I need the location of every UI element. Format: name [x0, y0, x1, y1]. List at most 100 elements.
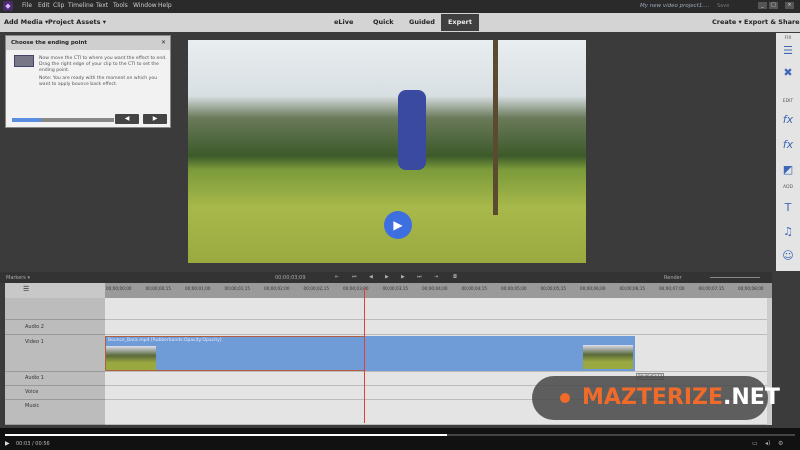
tab-guided[interactable]: Guided [409, 18, 435, 26]
minimize-button[interactable]: _ [758, 2, 767, 9]
tree-trunk [493, 40, 498, 215]
right-sidebar: FIX ☰ ✖ EDIT fx fx ◩ ADD T ♫ ☺ [776, 33, 800, 271]
graphics-icon[interactable]: ☺ [780, 249, 796, 263]
toolbar: Add Media ▾ Project Assets ▾ eLive Quick… [0, 13, 800, 32]
watermark-brand: MAZTERIZE [582, 385, 724, 410]
track-header-video1: Video 1 [5, 335, 105, 372]
clip-title: Bounce_Back.mp4 [Rubberbands:Opacity:Opa… [108, 338, 222, 343]
close-icon[interactable]: ✕ [161, 39, 166, 46]
menu-clip[interactable]: Clip [53, 2, 64, 9]
save-button[interactable]: Save [717, 3, 729, 9]
watermark-dot [560, 393, 570, 403]
add-label: ADD [782, 185, 793, 190]
zoom-slider[interactable] [710, 277, 760, 278]
timeline-tools: ☰ [5, 283, 105, 298]
menu-help[interactable]: Help [158, 2, 172, 9]
titles-icon[interactable]: T [780, 201, 796, 215]
render-button[interactable]: Render [664, 275, 682, 281]
track-header-music: Music [5, 400, 105, 425]
track-header-audio1: Audio 1 [5, 372, 105, 386]
menu-edit[interactable]: Edit [38, 2, 50, 9]
app-logo-icon: ◆ [3, 1, 13, 11]
title-bar: ◆ File Edit Clip Timeline Text Tools Win… [0, 0, 800, 13]
watermark: MAZTERIZE.NET [532, 376, 780, 420]
project-assets-button[interactable]: Project Assets ▾ [48, 18, 106, 26]
prev-edit-button[interactable]: ⏮ [352, 274, 357, 280]
ruler-tick-label: 00;00;00;15 [145, 286, 172, 291]
ruler-tick-label: 00;00;00;00 [106, 286, 132, 291]
tab-expert[interactable]: Expert [441, 14, 479, 31]
next-step-button[interactable]: ▶ [143, 114, 167, 124]
ruler-tick-label: 00;00;05;00 [501, 286, 527, 291]
track-label: Video 1 [25, 339, 44, 345]
watermark-suffix: .NET [723, 385, 780, 410]
snapshot-icon[interactable]: ◘ [453, 274, 457, 280]
previous-step-button[interactable]: ◀ [115, 114, 139, 124]
effects-icon[interactable]: fx [780, 138, 796, 152]
player-progress[interactable] [5, 434, 795, 436]
current-time-indicator[interactable] [364, 288, 365, 423]
tab-elive[interactable]: eLive [334, 18, 353, 26]
effects-edit-icon[interactable]: fx [780, 113, 796, 127]
goto-start-button[interactable]: ⇤ [335, 274, 339, 280]
track-video2[interactable] [105, 298, 767, 320]
timeline-header: Markers ▾ 00;00;03;09 ⇤ ⏮ ◀ ▶ ▶ ⏭ ⇥ ◘ Re… [0, 272, 772, 283]
panel-title: Choose the ending point [6, 36, 170, 50]
ruler-tick-label: 00;00;06;15 [619, 286, 646, 291]
music-icon[interactable]: ♫ [780, 225, 796, 239]
next-edit-button[interactable]: ⏭ [417, 274, 422, 280]
track-label: Audio 1 [25, 375, 44, 381]
ruler-tick-label: 00;00;02;15 [303, 286, 330, 291]
settings-icon[interactable]: ⚙ [778, 440, 783, 447]
current-timecode: 00;00;03;09 [275, 275, 306, 281]
markers-dropdown[interactable]: Markers ▾ [6, 275, 30, 281]
track-options-icon[interactable]: ☰ [23, 285, 29, 293]
close-button[interactable]: × [785, 2, 794, 9]
track-label: Voice [25, 389, 39, 395]
track-header-audio2: Audio 2 [5, 320, 105, 335]
ruler-tick-label: 00;00;06;00 [580, 286, 606, 291]
dancer-figure [398, 90, 426, 170]
play-pause-button[interactable]: ▶ [385, 274, 389, 280]
player-time: 00:03 / 00:56 [16, 441, 50, 447]
ruler-tick-label: 00;00;01;00 [185, 286, 211, 291]
menu-timeline[interactable]: Timeline [68, 2, 94, 9]
ruler-tick-label: 00;00;05;15 [540, 286, 567, 291]
step-progress-fill [12, 118, 41, 122]
ruler-tick-label: 00;00;07;00 [659, 286, 685, 291]
captions-icon[interactable]: ▭ [752, 440, 758, 447]
volume-icon[interactable]: ◂) [765, 440, 770, 447]
cti-illustration-icon [14, 55, 34, 67]
transitions-icon[interactable]: ◩ [780, 163, 796, 177]
video-clip[interactable]: Bounce_Back.mp4 [Rubberbands:Opacity:Opa… [105, 336, 365, 371]
menu-file[interactable]: File [22, 2, 32, 9]
panel-instruction: Now move the CTI to where you want the e… [39, 56, 167, 73]
adjust-icon[interactable]: ☰ [780, 44, 796, 58]
fix-label: FIX [784, 36, 792, 41]
player-bar: ▶ 00:03 / 00:56 ▭ ◂) ⚙ [0, 428, 800, 450]
step-back-button[interactable]: ◀ [369, 274, 373, 280]
create-button[interactable]: Create ▾ [712, 18, 742, 26]
tab-quick[interactable]: Quick [373, 18, 394, 26]
ruler-tick-label: 00;00;08;00 [738, 286, 764, 291]
play-button[interactable]: ▶ [384, 211, 412, 239]
menu-window[interactable]: Window [133, 2, 157, 9]
step-forward-button[interactable]: ▶ [401, 274, 405, 280]
export-share-button[interactable]: Export & Share [744, 18, 800, 26]
menu-tools[interactable]: Tools [113, 2, 128, 9]
track-label: Audio 2 [25, 324, 44, 330]
maximize-button[interactable]: □ [769, 2, 778, 9]
ruler-tick-label: 00;00;07;15 [698, 286, 725, 291]
track-audio2[interactable] [105, 320, 767, 335]
add-media-button[interactable]: Add Media ▾ [4, 18, 48, 26]
player-play-icon[interactable]: ▶ [5, 440, 10, 447]
panel-note: Note: You are ready with the moment on w… [39, 76, 158, 87]
clip-thumbnail [106, 346, 156, 370]
video-clip-extension[interactable] [365, 336, 635, 371]
time-ruler[interactable]: 00;00;00;00 00;00;00;15 00;00;01;00 00;00;0… [105, 283, 772, 298]
ruler-tick-label: 00;00;04;00 [422, 286, 448, 291]
menu-text[interactable]: Text [96, 2, 108, 9]
goto-end-button[interactable]: ⇥ [434, 274, 438, 280]
tools-icon[interactable]: ✖ [780, 66, 796, 80]
ruler-tick-label: 00;00;02;00 [264, 286, 290, 291]
